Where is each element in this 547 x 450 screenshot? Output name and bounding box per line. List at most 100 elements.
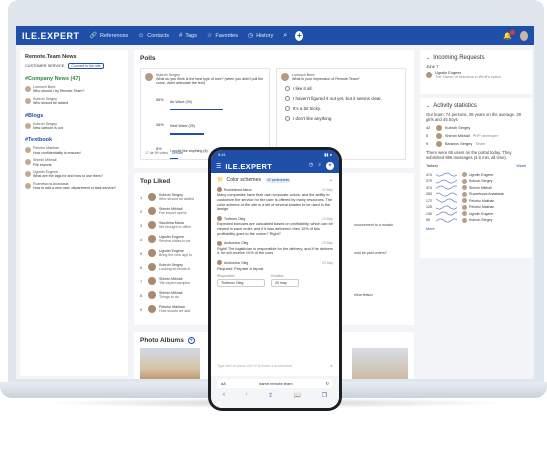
message[interactable]: Ruznetsova Alena 22 May Many companies ha…	[211, 185, 339, 214]
nav-favorites[interactable]: ☆ Favorites	[207, 32, 238, 40]
connect-button[interactable]: Connect to the site	[68, 63, 104, 69]
share-icon[interactable]: ⇪	[268, 392, 273, 399]
participants-badge[interactable]: 42 participants	[265, 177, 292, 183]
list-item[interactable]: 42 Kubroh Sergey	[426, 124, 526, 131]
input-placeholder: Type text or press Ctrl+V to insert a sc…	[217, 364, 293, 368]
message-input[interactable]: Type text or press Ctrl+V to insert a sc…	[217, 364, 333, 368]
bookmarks-icon[interactable]: 📖	[294, 392, 301, 399]
avatar	[217, 216, 222, 222]
poll-option[interactable]: 36% Next Wave (25)	[156, 114, 265, 135]
list-item[interactable]: Ruznetsova Anastasia How to add a new use…	[25, 182, 123, 191]
poll-option[interactable]: I don't like anything	[285, 116, 401, 122]
list-item[interactable]: Pelurko Makhan How confidentiality is ens…	[25, 146, 123, 155]
row-name: Kubroh Sergey	[445, 125, 471, 130]
table-row[interactable]: 2 Shirnin Mikhail File export opens	[140, 207, 187, 215]
message[interactable]: Trofimov Oleg 23 May Expected bonuses are…	[211, 214, 339, 238]
nav-contacts[interactable]: ☺ Contacts	[138, 33, 169, 39]
nav-history[interactable]: ◷ History	[248, 32, 273, 40]
table-row[interactable]: 8 Shirnin Mikhail Things to do	[140, 291, 182, 299]
url-field[interactable]: name.remote.team	[259, 381, 293, 386]
message[interactable]: Andrukhov Oleg 23 May Request: Prepare a …	[211, 258, 339, 273]
nav-references[interactable]: 🔗 References	[90, 32, 129, 40]
list-item[interactable]: Kubroh Sergey Who should be added	[25, 97, 123, 106]
talk-count: 125	[426, 205, 432, 210]
radio-button[interactable]	[285, 86, 290, 92]
list-item[interactable]: 96 Kubroh Sergey	[426, 217, 526, 224]
responsible-select[interactable]: Trofimov Oleg	[217, 279, 265, 288]
entry-author: Kubroh Sergey	[33, 96, 57, 101]
rank: 2	[140, 208, 143, 214]
channel-company-news[interactable]: #Company News (47)	[25, 76, 123, 82]
search-icon[interactable]: ⌕	[318, 162, 321, 170]
avatar	[25, 159, 31, 166]
more-link[interactable]: More	[426, 227, 526, 231]
album-photo[interactable]	[352, 348, 408, 379]
table-row[interactable]: 6 Kubroh Sergey Looking at trends in	[140, 263, 190, 271]
poll-option[interactable]: I haven't figured it out yet, but it see…	[285, 96, 401, 102]
poll-question: What is your impression of Remote.Team?	[292, 77, 360, 81]
deadline-select[interactable]: 25 may	[271, 279, 299, 288]
avatar	[426, 72, 432, 79]
message[interactable]: Andrukhov Oleg 23 May Right! The logistic…	[211, 239, 339, 259]
option-percent: 36%	[156, 122, 164, 127]
poll-option[interactable]: 56% Air Wave (39)	[156, 90, 265, 111]
table-row[interactable]: 7 Shirnin Mikhail Tile expert samples	[140, 277, 190, 285]
rank: 1	[140, 194, 143, 200]
activity-panel: ⌄ Activity statistics Our team: 74 person…	[420, 98, 532, 258]
chevron-down-icon[interactable]: ⌄	[426, 55, 430, 61]
hamburger-menu-icon[interactable]: ☰	[216, 163, 221, 170]
table-row[interactable]: 4 Ugrotin Eugene Several slides to be	[140, 235, 190, 243]
table-row[interactable]: 1 Kubroh Sergey Who should be added	[140, 193, 194, 201]
nav-tags[interactable]: # Tags	[179, 33, 197, 39]
channel-textbook[interactable]: #Textbook	[25, 137, 123, 143]
tabs-icon[interactable]: ❐	[322, 392, 327, 399]
unvote-link[interactable]: Unvote	[172, 151, 183, 155]
list-item[interactable]: Kubroh Sergey New cartoon is out	[25, 122, 123, 131]
add-album-icon[interactable]: +	[187, 337, 195, 344]
poll-option[interactable]: I like it all.	[285, 86, 401, 92]
rank: 5	[140, 250, 143, 256]
period-select[interactable]: Week	[516, 164, 526, 168]
entry-text: New cartoon is out	[33, 126, 63, 131]
message-author: Andrukhov Oleg	[224, 241, 249, 246]
add-button[interactable]: +	[326, 162, 334, 170]
channel-blogs[interactable]: #Blogs	[25, 113, 123, 119]
text-size-button[interactable]: aA	[221, 381, 226, 386]
search-icon[interactable]: ⌕	[283, 32, 287, 40]
radio-button[interactable]	[285, 116, 290, 122]
list-item[interactable]: 5 Shirnin Mikhail PHP developer	[426, 132, 526, 139]
entry-author: Ugrotin Eugene	[33, 170, 58, 175]
send-icon[interactable]: ➤	[330, 364, 333, 368]
table-row[interactable]: 5 Ugrotin Eugene Bring the new app to	[140, 249, 192, 257]
phone-logo[interactable]: ILE.EXPERT	[225, 162, 272, 171]
user-avatar[interactable]	[520, 30, 528, 41]
sparkline	[436, 199, 458, 204]
list-item[interactable]: Ugrotin Eugene What are the tags for and …	[25, 170, 123, 179]
chevron-down-icon[interactable]: ⌄	[426, 103, 430, 109]
back-icon[interactable]: ‹	[223, 392, 225, 399]
bell-icon[interactable]: 🔔	[503, 29, 515, 40]
sparkline	[436, 179, 458, 184]
album-photo[interactable]	[140, 348, 200, 379]
entry-author: Shirnin Mikhail	[33, 158, 57, 163]
poll-option[interactable]: It's a bit tricky.	[285, 106, 401, 112]
reload-icon[interactable]: ↻	[326, 381, 329, 386]
clock-icon[interactable]: ◷	[309, 162, 313, 170]
add-button[interactable]: +	[295, 30, 304, 41]
poll-footer: 17 de 89 votes	[145, 151, 168, 155]
list-item[interactable]: Lonnoch Berd Who should I try Remote.Team…	[25, 85, 123, 94]
app-logo[interactable]: ILE.EXPERT	[22, 31, 80, 41]
chevron-down-icon[interactable]: ⌄	[329, 177, 333, 183]
polls-title: Polls	[140, 55, 156, 62]
entry-author: Lonnoch Berd	[33, 85, 56, 89]
radio-button[interactable]	[285, 96, 290, 102]
forward-icon[interactable]: ›	[246, 392, 248, 399]
option-bar	[170, 157, 178, 160]
table-row[interactable]: 3 Ssuzhina Maria We brought to office	[140, 221, 191, 229]
table-row[interactable]: 9 Pelurko Makhan How should we add	[140, 305, 190, 313]
list-item[interactable]: 9 Baranov Sergey Tester	[426, 140, 526, 147]
list-item[interactable]: Ugrotin Eugene The Owner of Marseus in Wr…	[426, 71, 526, 79]
list-item[interactable]: Shirnin Mikhail File exports	[25, 158, 123, 167]
radio-button[interactable]	[285, 106, 290, 112]
incoming-requests-panel: ⌄ Incoming Requests June 7 Ugrotin Eugene…	[420, 50, 532, 94]
